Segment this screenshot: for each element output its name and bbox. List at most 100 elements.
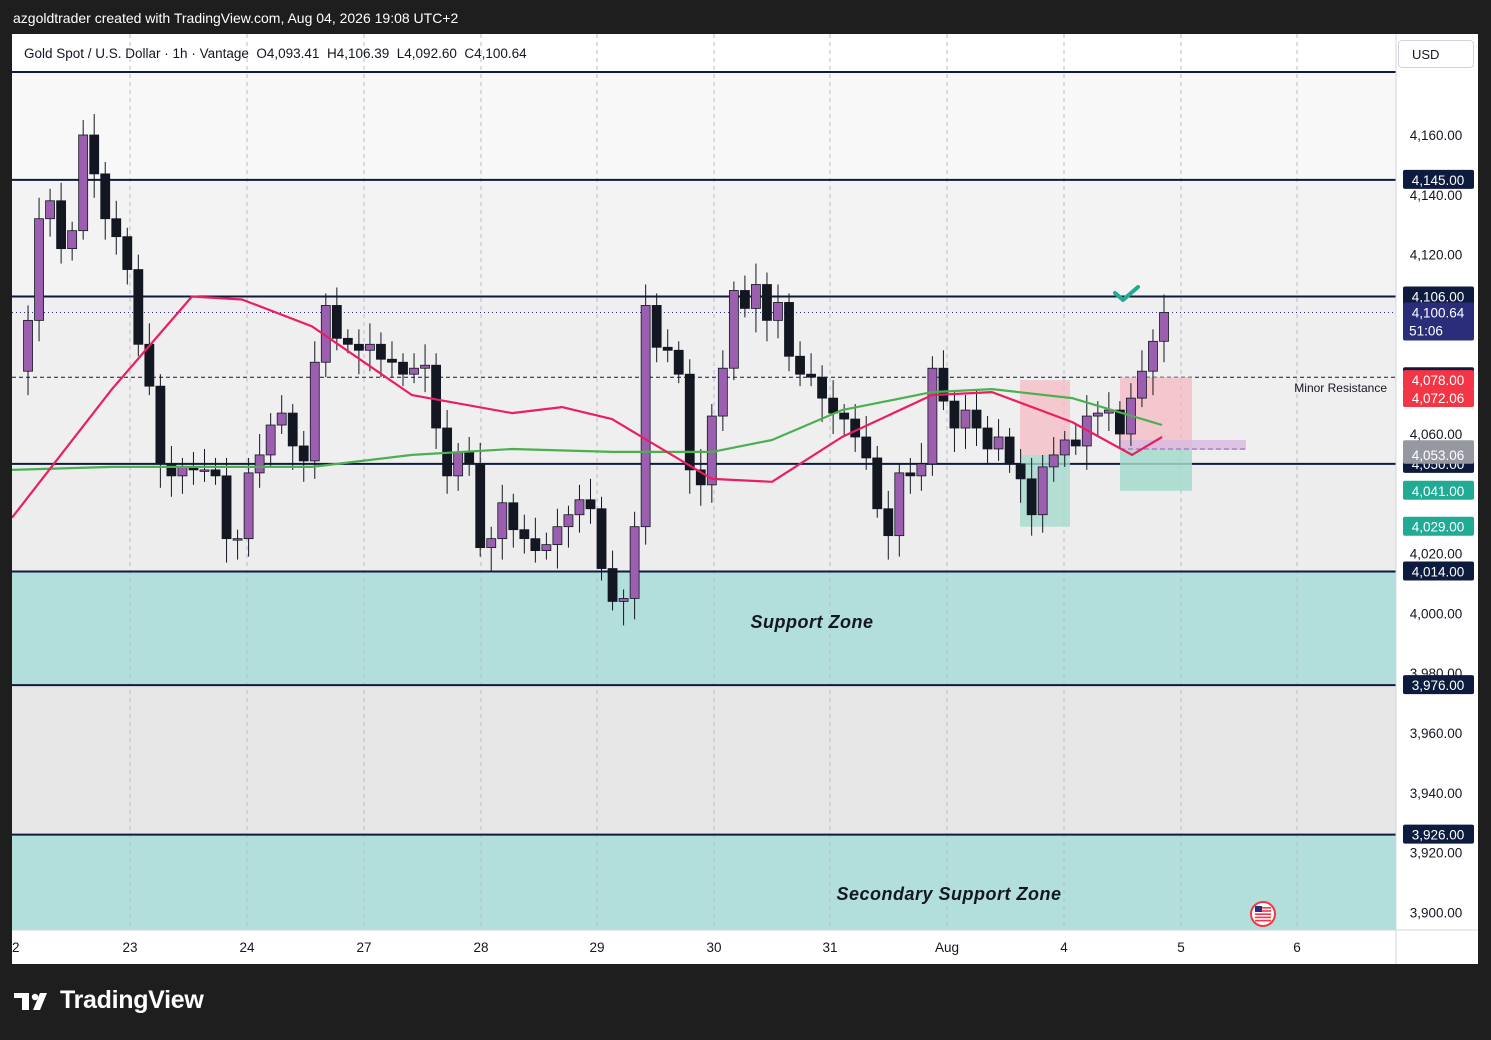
- candle-down: [155, 385, 166, 465]
- candle-up: [365, 343, 375, 351]
- candle-down: [508, 502, 519, 531]
- candle-up: [45, 200, 55, 220]
- candle-up: [894, 472, 905, 537]
- candle-up: [265, 424, 276, 456]
- candle-down: [938, 367, 949, 402]
- candle-down: [431, 364, 441, 429]
- chart-frame[interactable]: Minor Resistance Support Zone Secondary Su…: [12, 34, 1478, 964]
- x-tick-label: Aug: [935, 940, 959, 955]
- minor-resistance-label: Minor Resistance: [1294, 381, 1387, 395]
- candle-up: [67, 230, 78, 250]
- tradingview-logo-icon: [14, 993, 47, 1010]
- candle-down: [607, 568, 618, 602]
- attribution-bar: azgoldtrader created with TradingView.co…: [0, 0, 1491, 34]
- support-zone-band: [12, 834, 1396, 930]
- candle-down: [850, 418, 861, 438]
- background-band: [12, 180, 1396, 297]
- flag-canton: [1255, 906, 1262, 912]
- candle-up: [773, 302, 783, 321]
- candle-down: [353, 343, 364, 351]
- currency-button[interactable]: USD: [1398, 40, 1474, 68]
- x-tick-label: 5: [1177, 940, 1185, 955]
- candle-down: [982, 427, 993, 450]
- candle-down: [1070, 439, 1081, 447]
- attribution-text: azgoldtrader created with TradingView.co…: [13, 10, 459, 26]
- candle-down: [585, 499, 596, 510]
- ohlc-close: C4,100.64: [464, 46, 527, 61]
- candle-up: [618, 598, 629, 602]
- candle-up: [23, 319, 33, 372]
- candle-down: [331, 305, 342, 339]
- candle-up: [1137, 370, 1147, 399]
- candle-down: [221, 475, 232, 540]
- x-tick-label: 28: [473, 940, 488, 955]
- candle-down: [376, 343, 386, 360]
- candle-up: [993, 436, 1004, 450]
- candle-up: [497, 502, 508, 540]
- candle-up: [243, 472, 254, 540]
- price-tag-text: 4,041.00: [1412, 484, 1465, 499]
- level-price-tag-text: 4,106.00: [1412, 289, 1465, 304]
- candle-up: [453, 451, 464, 477]
- level-price-tag-text: 4,014.00: [1412, 565, 1465, 580]
- background-band: [12, 685, 1396, 835]
- candle-down: [1004, 436, 1015, 465]
- y-tick-label: 4,000.00: [1410, 606, 1463, 621]
- background-band: [12, 72, 1396, 180]
- price-tag-countdown: 51:06: [1409, 323, 1443, 338]
- ohlc-open: O4,093.41: [256, 46, 320, 61]
- candle-down: [166, 463, 177, 477]
- candle-down: [100, 173, 111, 220]
- candle-down: [740, 290, 750, 309]
- ohlc-high: H4,106.39: [326, 46, 390, 61]
- y-tick-label: 4,020.00: [1410, 547, 1463, 562]
- candle-up: [1048, 454, 1059, 468]
- candle-up: [1159, 312, 1169, 342]
- us-flag-icon: [1250, 901, 1276, 927]
- y-tick-label: 3,960.00: [1410, 726, 1463, 741]
- candle-down: [298, 445, 309, 462]
- candle-up: [541, 544, 552, 552]
- candle-down: [122, 236, 133, 270]
- price-tag-text: 4,053.06: [1412, 448, 1465, 463]
- candle-down: [287, 412, 298, 447]
- x-tick-label: 24: [239, 940, 255, 955]
- candle-up: [1059, 439, 1070, 456]
- candle-up: [78, 134, 89, 232]
- candle-down: [133, 269, 144, 345]
- x-tick-label: 22: [12, 940, 20, 955]
- candle-down: [784, 302, 794, 357]
- candle-up: [420, 364, 430, 369]
- support-zone-band: [12, 571, 1396, 686]
- support-zone-label: Support Zone: [751, 612, 874, 632]
- candle-up: [640, 305, 651, 528]
- price-tag-text: 4,078.00: [1412, 373, 1465, 388]
- candle-down: [872, 457, 883, 510]
- x-tick-label: 6: [1293, 940, 1301, 955]
- candle-down: [530, 538, 541, 552]
- y-tick-label: 4,120.00: [1410, 248, 1463, 263]
- flag-stripe: [1255, 913, 1271, 915]
- candle-down: [519, 529, 530, 540]
- candle-down: [210, 469, 221, 477]
- flag-stripe: [1255, 916, 1271, 919]
- tradingview-logo[interactable]: TradingView: [14, 986, 204, 1015]
- flag-stripe: [1255, 919, 1271, 922]
- price-chart[interactable]: Minor Resistance Support Zone Secondary Su…: [12, 34, 1478, 964]
- candle-up: [1092, 412, 1103, 417]
- candle-down: [398, 361, 408, 375]
- candle-down: [795, 355, 805, 375]
- candle-up: [309, 361, 320, 462]
- x-tick-label: 31: [822, 940, 837, 955]
- candle-up: [563, 514, 574, 528]
- candle-down: [839, 412, 850, 420]
- candle-up: [728, 290, 739, 369]
- candle-down: [662, 346, 673, 351]
- candle-up: [927, 367, 938, 465]
- candle-down: [1015, 463, 1026, 480]
- candle-down: [684, 373, 695, 471]
- symbol-name: Gold Spot / U.S. Dollar · 1h · Vantage: [24, 46, 249, 61]
- price-tag-text: 4,029.00: [1412, 520, 1465, 535]
- candle-up: [486, 538, 497, 549]
- candle-down: [762, 284, 772, 321]
